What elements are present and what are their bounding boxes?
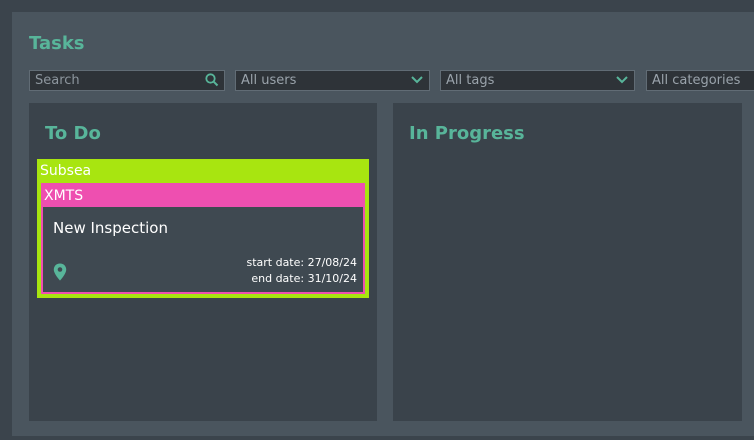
users-dropdown-value: All users: [241, 73, 297, 88]
card-tag-frame: XMTS New Inspection start date: 27/08/24…: [41, 183, 365, 294]
categories-dropdown[interactable]: All categories: [646, 70, 754, 91]
column-in-progress: In Progress: [393, 103, 742, 421]
users-dropdown[interactable]: All users: [235, 70, 430, 91]
search-box[interactable]: [29, 70, 225, 91]
chevron-down-icon: [410, 72, 424, 90]
search-icon[interactable]: [205, 73, 219, 90]
card-start-date: start date: 27/08/24: [246, 256, 357, 269]
card-body: New Inspection start date: 27/08/24 end …: [43, 207, 363, 292]
chevron-down-icon: [615, 72, 629, 90]
tags-dropdown[interactable]: All tags: [440, 70, 635, 91]
map-pin-icon: [53, 263, 67, 285]
tags-dropdown-value: All tags: [446, 73, 495, 88]
card-title: New Inspection: [53, 219, 168, 237]
column-title: In Progress: [409, 123, 525, 144]
page-title: Tasks: [29, 33, 85, 54]
card-dates: start date: 27/08/24 end date: 31/10/24: [246, 255, 357, 287]
task-card[interactable]: Subsea XMTS New Inspection start date: 2…: [37, 159, 369, 298]
search-input[interactable]: [35, 71, 200, 90]
card-end-date: end date: 31/10/24: [251, 272, 357, 285]
card-tag: XMTS: [44, 188, 84, 204]
categories-dropdown-value: All categories: [652, 73, 741, 88]
card-category: Subsea: [40, 163, 92, 179]
column-title: To Do: [45, 123, 101, 144]
